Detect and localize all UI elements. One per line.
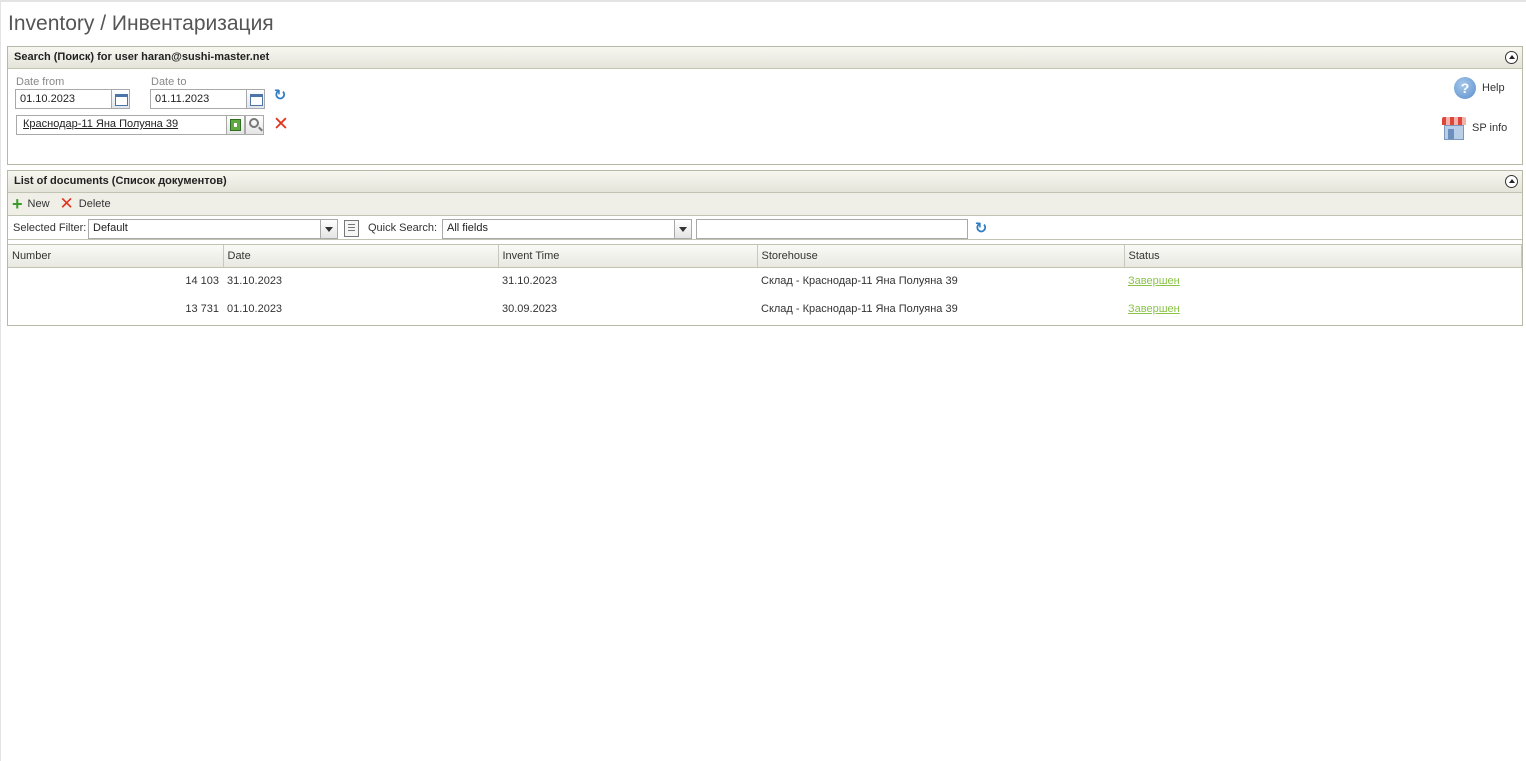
documents-table: Number Date Invent Time Storehouse Statu…: [8, 245, 1522, 323]
cell-date: 31.10.2023: [227, 275, 283, 288]
documents-toolbar: + New ✕ Delete: [8, 193, 1522, 216]
table-row[interactable]: 13 731 01.10.2023 30.09.2023 Склад - Кра…: [8, 295, 1522, 323]
shop-icon: [1442, 116, 1466, 140]
storehouse-tree-button[interactable]: [226, 115, 245, 135]
new-button[interactable]: + New: [12, 194, 50, 214]
help-link[interactable]: ? Help: [1454, 77, 1505, 99]
column-header-storehouse[interactable]: Storehouse: [757, 245, 1125, 268]
documents-panel-title: List of documents (Список документов): [14, 175, 227, 187]
documents-panel-header: List of documents (Список документов): [8, 171, 1522, 193]
refresh-icon[interactable]: ↻: [973, 221, 989, 237]
status-link[interactable]: Завершен: [1128, 303, 1180, 315]
tree-select-icon: [230, 119, 241, 131]
table-row[interactable]: 14 103 31.10.2023 31.10.2023 Склад - Кра…: [8, 267, 1522, 295]
status-link[interactable]: Завершен: [1128, 275, 1180, 287]
column-header-status[interactable]: Status: [1124, 245, 1522, 268]
search-panel: Search (Поиск) for user haran@sushi-mast…: [7, 46, 1523, 165]
table-header-row: Number Date Invent Time Storehouse Statu…: [8, 245, 1522, 268]
cell-number: 14 103: [185, 275, 219, 288]
add-icon: +: [12, 194, 23, 214]
quick-search-label: Quick Search:: [368, 222, 438, 234]
filter-icon[interactable]: [344, 220, 359, 237]
search-panel-body: Date from Date to ↻ Краснодар-11 Яна Пол…: [8, 69, 1522, 164]
selected-filter-value: Default: [93, 222, 128, 234]
sp-info-link[interactable]: SP info: [1442, 116, 1507, 140]
column-header-number[interactable]: Number: [8, 245, 224, 268]
column-header-date[interactable]: Date: [223, 245, 499, 268]
delete-button[interactable]: ✕ Delete: [59, 194, 111, 213]
cell-invent-time: 31.10.2023: [502, 275, 558, 288]
search-icon: [249, 118, 259, 128]
cell-storehouse: Склад - Краснодар-11 Яна Полуяна 39: [761, 303, 958, 315]
cell-status: Завершен: [1124, 267, 1522, 295]
dropdown-arrow-icon[interactable]: [320, 220, 337, 238]
collapse-search-panel-button[interactable]: [1505, 51, 1518, 64]
cell-storehouse: Склад - Краснодар-11 Яна Полуяна 39: [761, 275, 958, 288]
selected-filter-select[interactable]: Default: [88, 219, 338, 239]
documents-panel: List of documents (Список документов) + …: [7, 170, 1523, 326]
date-from-calendar-icon[interactable]: [111, 89, 130, 109]
date-from-input[interactable]: [15, 89, 112, 109]
search-panel-header: Search (Поиск) for user haran@sushi-mast…: [8, 47, 1522, 69]
cell-invent-time: 30.09.2023: [502, 303, 558, 315]
date-from-label: Date from: [16, 76, 65, 88]
help-label: Help: [1482, 82, 1505, 94]
quick-search-field-value: All fields: [447, 222, 488, 234]
column-header-invent-time[interactable]: Invent Time: [498, 245, 758, 268]
date-to-input[interactable]: [150, 89, 247, 109]
cell-status: Завершен: [1124, 295, 1522, 323]
quick-search-input[interactable]: [696, 219, 968, 239]
help-icon: ?: [1454, 77, 1476, 99]
delete-label: Delete: [78, 198, 111, 210]
collapse-documents-panel-button[interactable]: [1505, 175, 1518, 188]
delete-icon: ✕: [59, 194, 74, 213]
cell-number: 13 731: [185, 303, 219, 315]
search-panel-title: Search (Поиск) for user haran@sushi-mast…: [14, 51, 270, 63]
date-to-label: Date to: [151, 76, 187, 88]
selected-filter-label: Selected Filter:: [13, 222, 87, 234]
refresh-icon[interactable]: ↻: [272, 88, 288, 104]
storehouse-search-button[interactable]: [245, 115, 264, 135]
dropdown-arrow-icon[interactable]: [674, 220, 691, 238]
documents-grid: Number Date Invent Time Storehouse Statu…: [8, 244, 1522, 323]
storehouse-selector[interactable]: Краснодар-11 Яна Полуяна 39: [16, 115, 228, 135]
sp-info-label: SP info: [1472, 122, 1508, 134]
page-title: Inventory / Инвентаризация: [8, 12, 274, 35]
clear-storehouse-icon[interactable]: ✕: [273, 115, 289, 134]
filter-bar: Selected Filter: Default Quick Search: A…: [8, 216, 1522, 240]
new-label: New: [27, 198, 50, 210]
quick-search-field-select[interactable]: All fields: [442, 219, 692, 239]
date-to-calendar-icon[interactable]: [246, 89, 265, 109]
cell-date: 01.10.2023: [227, 303, 283, 315]
